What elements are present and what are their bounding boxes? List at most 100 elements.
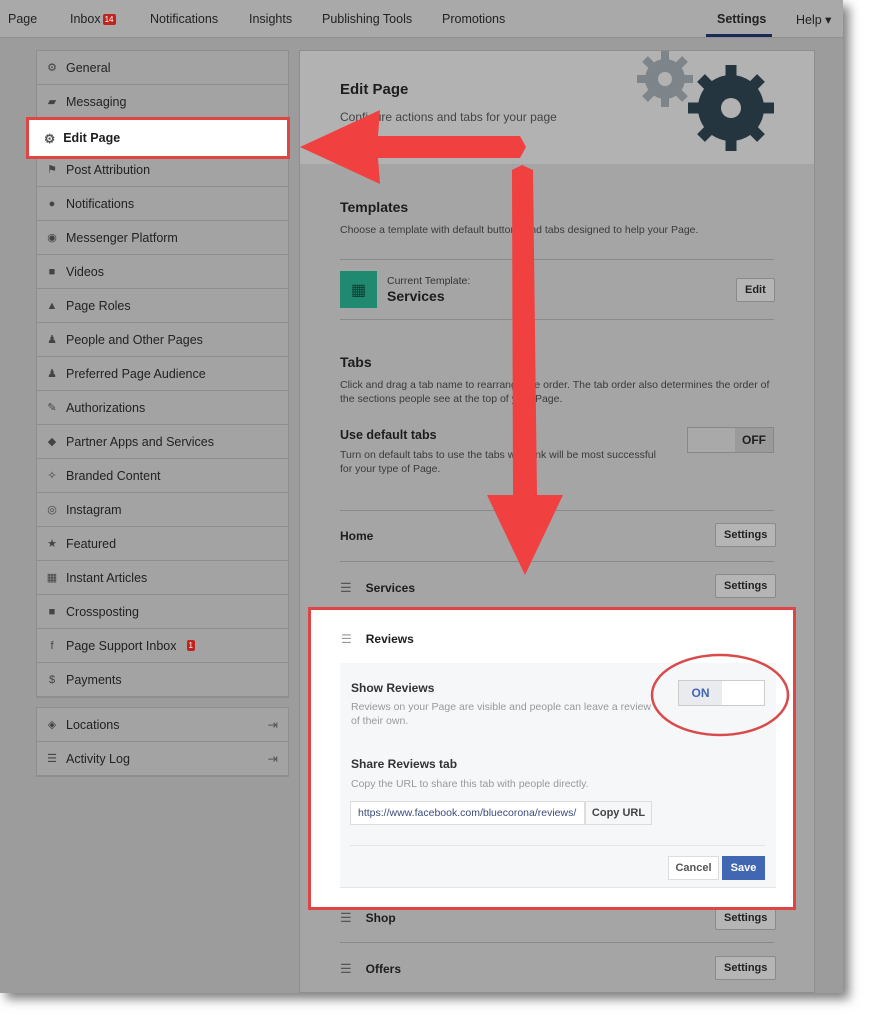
sidebar-item-payments[interactable]: $ Payments xyxy=(37,663,288,697)
open-external-icon: ⇥ xyxy=(267,752,278,766)
top-nav: Page Inbox 14 Notifications Insights Publ… xyxy=(0,0,843,38)
sidebar-item-label: Partner Apps and Services xyxy=(66,434,214,449)
sidebar-item-preferred-page-audience[interactable]: ♟ Preferred Page Audience xyxy=(37,357,288,391)
services-settings-button[interactable]: Settings xyxy=(715,574,777,598)
sidebar-item-label: Edit Page xyxy=(63,131,121,145)
sidebar-item-instagram[interactable]: ◎ Instagram xyxy=(37,493,288,527)
nav-settings[interactable]: Settings xyxy=(717,12,766,26)
instagram-icon: ◎ xyxy=(47,504,57,516)
open-external-icon: ⇥ xyxy=(267,718,278,732)
messaging-icon: ▰ xyxy=(47,96,57,108)
person-icon: ▲ xyxy=(46,299,58,312)
sidebar-item-label: Messenger Platform xyxy=(66,230,178,245)
drag-handle-icon[interactable]: ☰ xyxy=(340,580,352,596)
drag-handle-icon[interactable]: ☰ xyxy=(341,632,352,646)
sidebar-item-label: General xyxy=(66,60,111,75)
sidebar-item-partner-apps-and-services[interactable]: ◆ Partner Apps and Services xyxy=(37,425,288,459)
show-reviews-title: Show Reviews xyxy=(351,681,435,695)
annotation-arrow-down xyxy=(487,165,563,575)
sidebar-item-messenger-platform[interactable]: ◉ Messenger Platform xyxy=(37,221,288,255)
nav-help[interactable]: Help ▾ xyxy=(796,12,831,27)
nav-insights[interactable]: Insights xyxy=(249,12,292,26)
sidebar-item-activity-log[interactable]: ☰ Activity Log ⇥ xyxy=(37,742,288,776)
nav-promotions[interactable]: Promotions xyxy=(442,12,505,26)
sidebar-item-label: Activity Log xyxy=(66,751,130,766)
sidebar-item-videos[interactable]: ■ Videos xyxy=(37,255,288,289)
save-button[interactable]: Save xyxy=(722,856,765,880)
video-icon: ■ xyxy=(48,605,56,618)
sidebar-item-label: Instant Articles xyxy=(66,570,148,585)
sidebar-item-featured[interactable]: ★ Featured xyxy=(37,527,288,561)
people-icon: ♟ xyxy=(47,334,57,346)
sidebar-item-edit-page-highlighted[interactable]: ⚙ Edit Page xyxy=(26,117,290,159)
messenger-icon: ◉ xyxy=(47,232,57,244)
sidebar-item-page-roles[interactable]: ▲ Page Roles xyxy=(37,289,288,323)
sidebar-item-messaging[interactable]: ▰ Messaging xyxy=(37,85,288,119)
sidebar-item-branded-content[interactable]: ✧ Branded Content xyxy=(37,459,288,493)
sidebar-item-locations[interactable]: ◈ Locations ⇥ xyxy=(37,708,288,742)
gear-icon: ⚙ xyxy=(44,131,56,146)
sidebar-item-authorizations[interactable]: ✎ Authorizations xyxy=(37,391,288,425)
handshake-icon: ✧ xyxy=(47,470,57,482)
sidebar-item-instant-articles[interactable]: ▦ Instant Articles xyxy=(37,561,288,595)
sidebar-item-label: Branded Content xyxy=(66,468,161,483)
reviews-label: Reviews xyxy=(365,632,414,646)
share-url-input[interactable] xyxy=(350,801,585,825)
wrench-icon: ✎ xyxy=(47,402,57,414)
sidebar-item-label: Page Roles xyxy=(66,298,131,313)
nav-page[interactable]: Page xyxy=(8,12,37,26)
cube-icon: ◆ xyxy=(47,436,57,448)
sidebar-item-label: Payments xyxy=(66,672,122,687)
tab-row-offers[interactable]: ☰ Offers xyxy=(340,961,774,977)
sidebar-secondary: ◈ Locations ⇥ ☰ Activity Log ⇥ xyxy=(36,707,289,777)
sidebar-item-page-support-inbox[interactable]: f Page Support Inbox 1 xyxy=(37,629,288,663)
share-reviews-desc: Copy the URL to share this tab with peop… xyxy=(351,778,589,790)
sidebar-item-label: Preferred Page Audience xyxy=(66,366,206,381)
sidebar-item-general[interactable]: ⚙ General xyxy=(37,51,288,85)
current-template-value: Services xyxy=(387,288,445,304)
tab-label: Shop xyxy=(365,911,396,925)
default-tabs-toggle[interactable]: OFF xyxy=(687,427,774,453)
sidebar-item-label: Videos xyxy=(66,264,104,279)
nav-inbox[interactable]: Inbox 14 xyxy=(70,12,116,26)
nav-publishing-tools[interactable]: Publishing Tools xyxy=(322,12,412,26)
nav-inbox-label: Inbox xyxy=(70,12,101,26)
sidebar-item-label: Instagram xyxy=(66,502,122,517)
people-icon: ♟ xyxy=(47,368,57,380)
list-icon: ☰ xyxy=(47,753,57,765)
page: Page Inbox 14 Notifications Insights Publ… xyxy=(0,0,843,993)
current-template-label: Current Template: xyxy=(387,275,471,287)
sidebar-item-people-and-other-pages[interactable]: ♟ People and Other Pages xyxy=(37,323,288,357)
flag-icon: ⚑ xyxy=(47,164,57,176)
tab-row-services[interactable]: ☰ Services xyxy=(340,580,774,596)
sidebar-item-label: Featured xyxy=(66,536,117,551)
sidebar-item-label: Messaging xyxy=(66,94,127,109)
location-icon: ◈ xyxy=(47,719,57,731)
drag-handle-icon[interactable]: ☰ xyxy=(340,961,352,977)
sidebar-item-notifications[interactable]: ● Notifications xyxy=(37,187,288,221)
star-icon: ★ xyxy=(47,538,57,550)
calendar-icon: ▦ xyxy=(340,271,377,308)
sidebar-item-label: Page Support Inbox xyxy=(66,638,177,653)
divider xyxy=(340,942,774,943)
nav-notifications[interactable]: Notifications xyxy=(150,12,218,26)
article-icon: ▦ xyxy=(46,572,58,584)
toggle-state: OFF xyxy=(735,428,773,452)
home-settings-button[interactable]: Settings xyxy=(715,523,777,547)
sidebar-item-crossposting[interactable]: ■ Crossposting xyxy=(37,595,288,629)
offers-settings-button[interactable]: Settings xyxy=(715,956,777,980)
copy-url-button[interactable]: Copy URL xyxy=(585,801,652,825)
active-tab-underline xyxy=(706,34,772,37)
sidebar-item-label: People and Other Pages xyxy=(66,332,203,347)
edit-template-button[interactable]: Edit xyxy=(736,278,775,302)
video-icon: ■ xyxy=(48,265,56,278)
drag-handle-icon[interactable]: ☰ xyxy=(340,910,352,926)
globe-icon: ● xyxy=(48,197,56,210)
tab-label: Offers xyxy=(365,962,401,976)
tab-row-shop[interactable]: ☰ Shop xyxy=(340,910,774,926)
gears-icon xyxy=(637,51,774,151)
annotation-circle xyxy=(650,653,790,737)
reviews-tab-panel: ☰ Reviews Show Reviews Reviews on your Pa… xyxy=(308,607,796,910)
sidebar-item-label: Post Attribution xyxy=(66,162,151,177)
cancel-button[interactable]: Cancel xyxy=(668,856,719,880)
